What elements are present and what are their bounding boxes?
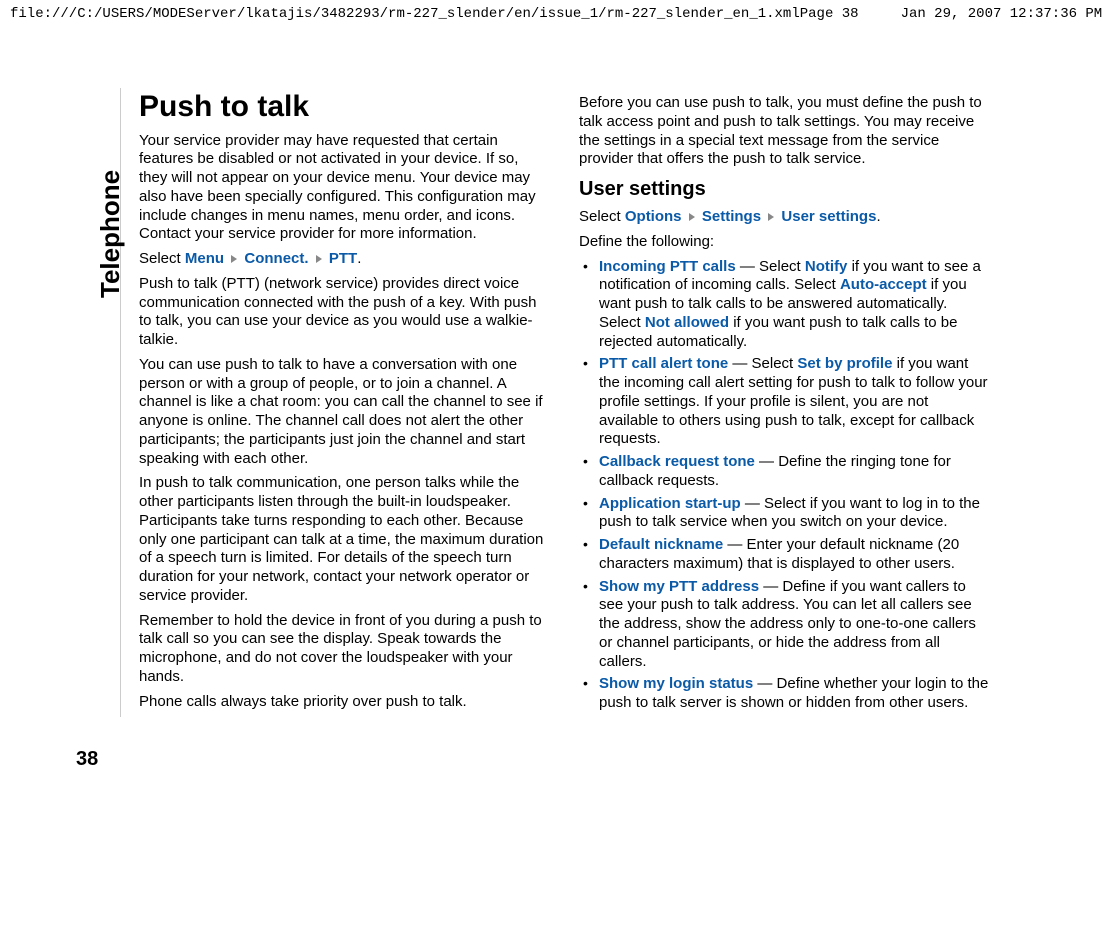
content-columns: Push to talk Your service provider may h… — [121, 88, 1067, 717]
setting-term: Show my login status — [599, 675, 753, 692]
text: — Select — [736, 258, 805, 275]
list-item: Default nickname — Enter your default ni… — [579, 536, 989, 574]
setting-option: Set by profile — [797, 355, 892, 372]
section-label: Telephone — [95, 170, 126, 298]
page-number: 38 — [76, 748, 98, 771]
setting-term: Callback request tone — [599, 453, 755, 470]
header-timestamp: Jan 29, 2007 12:37:36 PM — [901, 6, 1103, 22]
body-paragraph: Remember to hold the device in front of … — [139, 612, 549, 687]
list-item: Show my PTT address — Define if you want… — [579, 578, 989, 672]
list-item: Application start-up — Select if you wan… — [579, 495, 989, 533]
settings-list: Incoming PTT calls — Select Notify if yo… — [579, 258, 989, 713]
print-header: file:///C:/USERS/MODEServer/lkatajis/348… — [0, 0, 1107, 28]
list-item: PTT call alert tone — Select Set by prof… — [579, 355, 989, 449]
chevron-right-icon — [768, 213, 774, 221]
subheading: User settings — [579, 177, 989, 202]
setting-term: PTT call alert tone — [599, 355, 728, 372]
select-path: Select Menu Connect. PTT. — [139, 250, 549, 269]
list-item: Callback request tone — Define the ringi… — [579, 453, 989, 491]
chevron-right-icon — [231, 255, 237, 263]
setting-option: Notify — [805, 258, 848, 275]
header-path: file:///C:/USERS/MODEServer/lkatajis/348… — [10, 6, 800, 22]
setting-term: Show my PTT address — [599, 578, 759, 595]
list-item: Show my login status — Define whether yo… — [579, 675, 989, 713]
body-paragraph: You can use push to talk to have a conve… — [139, 356, 549, 469]
body-paragraph: In push to talk communication, one perso… — [139, 474, 549, 605]
header-meta: Page 38 Jan 29, 2007 12:37:36 PM — [800, 6, 1102, 22]
setting-option: Auto-accept — [840, 276, 927, 293]
page-title: Push to talk — [139, 88, 549, 126]
menu-item: Options — [625, 208, 682, 225]
select-prefix: Select — [139, 250, 185, 267]
page-body: Telephone 38 Push to talk Your service p… — [0, 28, 1107, 737]
header-page: Page 38 — [800, 6, 859, 22]
define-label: Define the following: — [579, 233, 989, 252]
menu-item: Menu — [185, 250, 224, 267]
chevron-right-icon — [689, 213, 695, 221]
column-left: Push to talk Your service provider may h… — [139, 88, 549, 717]
sidebar: Telephone 38 — [70, 88, 121, 717]
select-path: Select Options Settings User settings. — [579, 208, 989, 227]
body-paragraph: Push to talk (PTT) (network service) pro… — [139, 275, 549, 350]
setting-term: Default nickname — [599, 536, 723, 553]
body-paragraph: Phone calls always take priority over pu… — [139, 693, 549, 712]
setting-term: Application start-up — [599, 495, 741, 512]
menu-item: User settings — [781, 208, 876, 225]
setting-term: Incoming PTT calls — [599, 258, 736, 275]
select-prefix: Select — [579, 208, 625, 225]
menu-item: Connect. — [244, 250, 308, 267]
chevron-right-icon — [316, 255, 322, 263]
menu-item: Settings — [702, 208, 761, 225]
setting-option: Not allowed — [645, 314, 729, 331]
list-item: Incoming PTT calls — Select Notify if yo… — [579, 258, 989, 352]
menu-item: PTT — [329, 250, 357, 267]
intro-paragraph: Your service provider may have requested… — [139, 132, 549, 245]
text: — Select — [728, 355, 797, 372]
intro-paragraph: Before you can use push to talk, you mus… — [579, 94, 989, 169]
column-right: Before you can use push to talk, you mus… — [579, 88, 989, 717]
